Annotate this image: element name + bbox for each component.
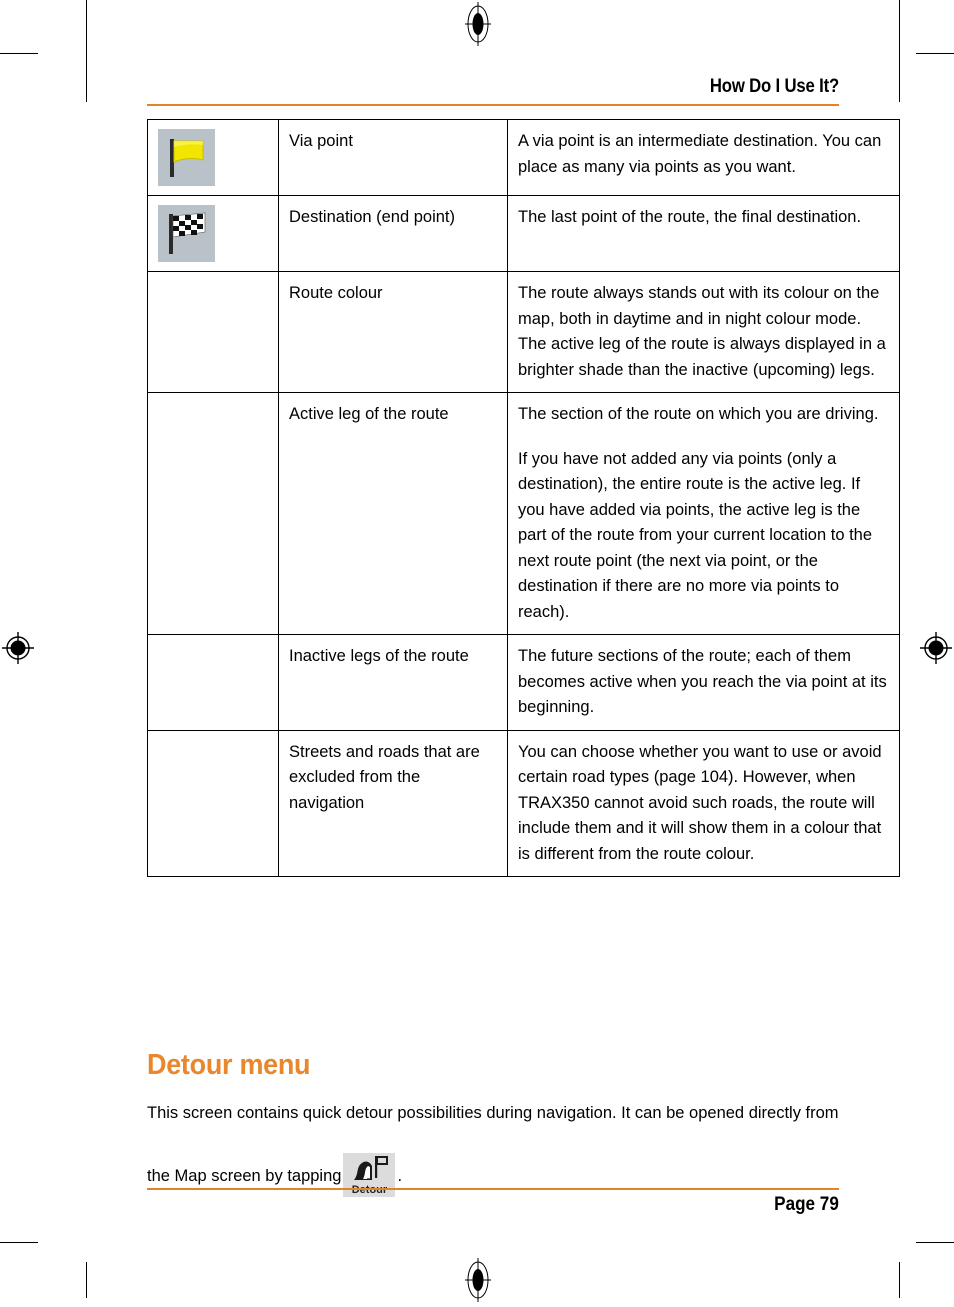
crop-mark-left-lower — [0, 1242, 38, 1243]
table-cell-icon — [147, 729, 279, 877]
registration-mark-right-center — [919, 631, 953, 665]
table-cell-description: You can choose whether you want to use o… — [507, 729, 900, 877]
detour-button-label: Detour — [351, 1184, 388, 1196]
description-paragraph: The future sections of the route; each o… — [518, 647, 887, 716]
description-paragraph: You can choose whether you want to use o… — [518, 742, 882, 863]
section-heading-detour-menu: Detour menu — [147, 1049, 311, 1082]
detour-road-flag-icon[interactable]: Detour — [343, 1153, 396, 1197]
table-cell-icon — [147, 634, 279, 731]
table-cell-term: Destination (end point) — [278, 195, 508, 272]
section-paragraph-text-part1: This screen contains quick detour possib… — [147, 1104, 839, 1185]
description-paragraph: The section of the route on which you ar… — [518, 405, 879, 423]
crop-mark-bottom-left — [86, 1262, 87, 1298]
crop-mark-left-upper — [0, 53, 38, 54]
table-cell-icon — [147, 195, 279, 272]
page-number: Page 79 — [774, 1194, 839, 1215]
crop-mark-top-left — [86, 0, 87, 102]
header-rule — [147, 104, 839, 106]
registration-mark-left-center — [1, 631, 35, 665]
route-elements-table: Via point A via point is an intermediate… — [147, 119, 900, 877]
footer-rule — [147, 1188, 839, 1190]
table-cell-description: The section of the route on which you ar… — [507, 392, 900, 635]
table-row: Streets and roads that are excluded from… — [147, 729, 900, 877]
table-cell-term: Streets and roads that are excluded from… — [278, 729, 508, 877]
table-row: Route colour The route always stands out… — [147, 271, 900, 393]
yellow-flag-icon — [158, 129, 215, 186]
table-cell-description: The future sections of the route; each o… — [507, 634, 900, 731]
crop-mark-right-lower — [916, 1242, 954, 1243]
table-cell-term: Inactive legs of the route — [278, 634, 508, 731]
table-cell-description: The last point of the route, the final d… — [507, 195, 900, 272]
crop-mark-bottom-right — [899, 1262, 900, 1298]
table-row: Via point A via point is an intermediate… — [147, 119, 900, 196]
table-cell-icon — [147, 392, 279, 635]
checkered-flag-icon — [158, 205, 215, 262]
table-row: Inactive legs of the route The future se… — [147, 634, 900, 731]
table-row: Active leg of the route The section of t… — [147, 392, 900, 635]
crop-mark-top-right — [899, 0, 900, 102]
section-paragraph-text-part2: . — [397, 1167, 403, 1185]
table-cell-icon — [147, 271, 279, 393]
page-content: How Do I Use It? Via point A via point i… — [147, 0, 900, 1298]
running-header-title: How Do I Use It? — [709, 76, 839, 97]
table-cell-term: Active leg of the route — [278, 392, 508, 635]
description-paragraph: A via point is an intermediate destinati… — [518, 132, 882, 176]
description-paragraph: If you have not added any via points (on… — [518, 449, 873, 621]
table-row: Destination (end point) The last point o… — [147, 195, 900, 272]
crop-mark-right-upper — [916, 53, 954, 54]
table-cell-description: A via point is an intermediate destinati… — [507, 119, 900, 196]
table-cell-icon — [147, 119, 279, 196]
description-paragraph: The last point of the route, the final d… — [518, 208, 862, 226]
table-cell-term: Via point — [278, 119, 508, 196]
description-paragraph: The route always stands out with its col… — [518, 284, 886, 379]
table-cell-term: Route colour — [278, 271, 508, 393]
table-cell-description: The route always stands out with its col… — [507, 271, 900, 393]
